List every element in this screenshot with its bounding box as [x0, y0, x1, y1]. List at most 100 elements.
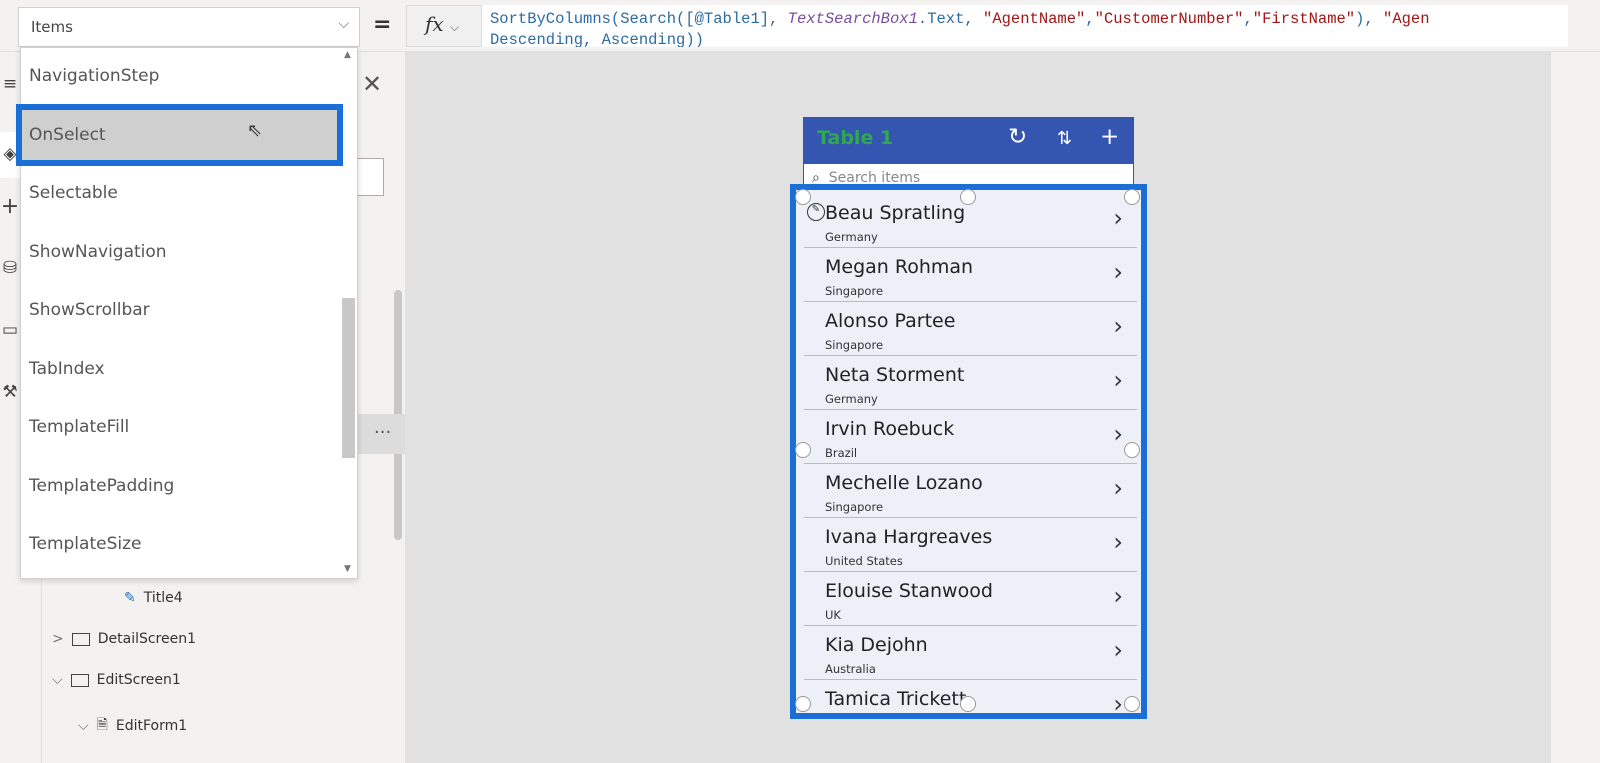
gallery-row[interactable]: Neta Storment Germany ›: [804, 356, 1137, 410]
option-templatesize[interactable]: TemplateSize: [29, 529, 141, 559]
tree-search-input[interactable]: [358, 158, 384, 196]
resize-handle[interactable]: [795, 189, 811, 205]
option-tabindex[interactable]: TabIndex: [29, 354, 105, 384]
option-templatepadding[interactable]: TemplatePadding: [29, 471, 174, 501]
chevron-right-icon: >: [52, 631, 64, 647]
formula-token: "CustomerNumber": [1094, 10, 1244, 28]
app-title: Table 1: [817, 127, 894, 149]
properties-panel-edge: [1550, 52, 1600, 763]
row-country: UK: [825, 608, 841, 622]
option-showscrollbar[interactable]: ShowScrollbar: [29, 295, 150, 325]
app-header: Table 1 ↻ ⇅ +: [803, 117, 1134, 163]
tree-item-editform1[interactable]: ⌵ 🗎 EditForm1: [78, 714, 187, 738]
formula-token: TextSearchBox1: [787, 10, 918, 28]
row-name: Alonso Partee: [825, 310, 956, 332]
option-templatefill[interactable]: TemplateFill: [29, 412, 129, 442]
gallery-row[interactable]: Kia Dejohn Australia ›: [804, 626, 1137, 680]
tools-icon[interactable]: ⚒: [0, 382, 20, 402]
resize-handle[interactable]: [1124, 442, 1140, 458]
edit-template-icon[interactable]: ✎: [807, 203, 825, 221]
row-country: Singapore: [825, 338, 884, 352]
formula-token: ),: [1355, 10, 1384, 28]
mouse-cursor-icon: ⇖: [247, 120, 263, 141]
resize-handle[interactable]: [960, 696, 976, 712]
chevron-down-icon: ⌵: [78, 718, 89, 734]
formula-line-2: Descending, Ascending)): [490, 31, 704, 47]
row-name: Elouise Stanwood: [825, 580, 993, 602]
browse-gallery[interactable]: Beau Spratling Germany › Megan Rohman Singap…: [790, 184, 1147, 719]
gallery-row[interactable]: Mechelle Lozano Singapore ›: [804, 464, 1137, 518]
option-onselect[interactable]: OnSelect: [29, 120, 106, 150]
tree-item-editscreen1[interactable]: ⌵ EditScreen1: [52, 672, 181, 688]
property-dropdown-list: NavigationStep OnSelect Selectable ShowNavi…: [16, 47, 358, 579]
sort-icon[interactable]: ⇅: [1057, 128, 1072, 149]
gallery-row[interactable]: Elouise Stanwood UK ›: [804, 572, 1137, 626]
row-name: Beau Spratling: [825, 202, 966, 224]
formula-token: SortByColumns(Search([@Table1],: [490, 10, 788, 28]
chevron-down-icon: ⌵: [338, 16, 349, 32]
chevron-right-icon[interactable]: ›: [1113, 474, 1123, 502]
tree-item-title4[interactable]: ✎ Title4: [124, 590, 183, 606]
chevron-right-icon[interactable]: ›: [1113, 366, 1123, 394]
fx-button[interactable]: fx ⌵: [406, 5, 482, 47]
chevron-right-icon[interactable]: ›: [1113, 528, 1123, 556]
equals-sign: =: [373, 12, 392, 37]
row-name: Megan Rohman: [825, 256, 974, 278]
formula-token: "Agen: [1383, 10, 1430, 28]
option-selectable[interactable]: Selectable: [29, 178, 118, 208]
row-name: Mechelle Lozano: [825, 472, 983, 494]
formula-token: "AgentName": [983, 10, 1086, 28]
hamburger-icon[interactable]: ≡: [0, 74, 20, 94]
row-country: Germany: [825, 392, 878, 406]
formula-input[interactable]: SortByColumns(Search([@Table1], TextSear…: [482, 5, 1568, 47]
screen-icon: [71, 632, 90, 646]
chevron-right-icon[interactable]: ›: [1113, 258, 1123, 286]
resize-handle[interactable]: [795, 696, 811, 712]
row-name: Kia Dejohn: [825, 634, 928, 656]
scroll-up-icon[interactable]: ▲: [344, 50, 351, 60]
dropdown-scrollbar[interactable]: [342, 298, 355, 458]
refresh-icon[interactable]: ↻: [1008, 124, 1027, 150]
row-name: Ivana Hargreaves: [825, 526, 993, 548]
property-selector[interactable]: Items ⌵: [18, 7, 360, 47]
row-name: Irvin Roebuck: [825, 418, 955, 440]
chevron-right-icon[interactable]: ›: [1113, 204, 1123, 232]
chevron-right-icon[interactable]: ›: [1113, 636, 1123, 664]
edit-label-icon: ✎: [124, 590, 136, 606]
formula-token: ,: [1243, 10, 1253, 28]
row-country: Singapore: [825, 500, 884, 514]
add-icon[interactable]: +: [1100, 124, 1119, 150]
property-value: Items: [31, 18, 73, 36]
resize-handle[interactable]: [960, 189, 976, 205]
row-country: Germany: [825, 230, 878, 244]
tree-item-detailscreen1[interactable]: > DetailScreen1: [52, 631, 196, 647]
gallery-row[interactable]: Irvin Roebuck Brazil ›: [804, 410, 1137, 464]
chevron-right-icon[interactable]: ›: [1113, 312, 1123, 340]
row-name: Tamica Trickett: [825, 688, 967, 710]
resize-handle[interactable]: [795, 442, 811, 458]
option-navigationstep[interactable]: NavigationStep: [29, 61, 159, 91]
row-name: Neta Storment: [825, 364, 965, 386]
resize-handle[interactable]: [1124, 189, 1140, 205]
close-icon[interactable]: ✕: [362, 70, 382, 98]
chevron-right-icon[interactable]: ›: [1113, 420, 1123, 448]
plus-icon[interactable]: +: [0, 194, 20, 219]
row-country: Singapore: [825, 284, 884, 298]
gallery-row[interactable]: Alonso Partee Singapore ›: [804, 302, 1137, 356]
resize-handle[interactable]: [1124, 696, 1140, 712]
scroll-down-icon[interactable]: ▼: [344, 564, 351, 574]
chevron-down-icon: ⌵: [52, 672, 63, 688]
screen-icon: [70, 673, 89, 687]
chevron-right-icon[interactable]: ›: [1113, 582, 1123, 610]
form-icon: 🗎: [96, 717, 108, 733]
option-shownavigation[interactable]: ShowNavigation: [29, 237, 167, 267]
formula-token: "FirstName": [1252, 10, 1356, 28]
media-icon[interactable]: ▭: [0, 320, 20, 340]
chevron-right-icon[interactable]: ›: [1113, 690, 1123, 713]
more-options-button[interactable]: ···: [358, 414, 405, 454]
fx-icon: fx: [425, 12, 444, 36]
database-icon[interactable]: ⛁: [0, 258, 20, 278]
row-country: Brazil: [825, 446, 858, 460]
gallery-row[interactable]: Megan Rohman Singapore ›: [804, 248, 1137, 302]
gallery-row[interactable]: Ivana Hargreaves United States ›: [804, 518, 1137, 572]
